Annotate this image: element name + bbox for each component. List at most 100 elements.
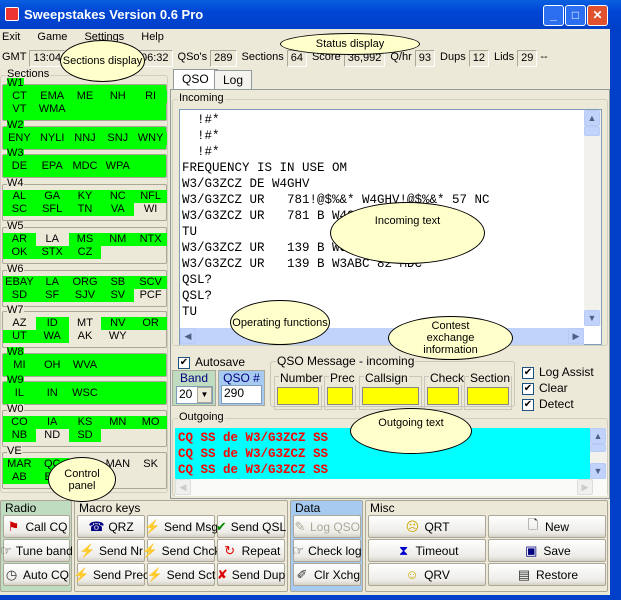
incoming-line: QSL? bbox=[182, 273, 213, 287]
check-field[interactable] bbox=[427, 387, 459, 405]
section-grid: EBAY LA ORG SB SCV SD SF SJV SV PCF bbox=[3, 276, 167, 302]
send-qsl-button[interactable]: ✔ Send QSL bbox=[215, 515, 287, 538]
section-ks: KS bbox=[68, 416, 102, 429]
section-nyli: NYLI bbox=[35, 132, 69, 145]
section-grid: ENY NYLI NNJ SNJ WNY bbox=[3, 132, 167, 145]
section-sjv: SJV bbox=[68, 289, 102, 302]
section-region-w1: W1 CT EMA ME NH RI VT WMA bbox=[2, 78, 167, 121]
send-sct-button[interactable]: ⚡ Send Sct bbox=[147, 563, 215, 586]
save-button[interactable]: ▣ Save bbox=[488, 539, 606, 562]
incoming-line: !#* bbox=[182, 113, 220, 127]
log-assist-checkbox[interactable]: ✔ Log Assist bbox=[522, 364, 594, 380]
autosave-checkbox[interactable]: ✔ Autosave bbox=[178, 355, 245, 370]
clear-checkbox[interactable]: ✔ Clear bbox=[522, 380, 594, 396]
outgoing-hscrollbar[interactable]: ◀ ▶ bbox=[175, 479, 607, 496]
number-field[interactable] bbox=[277, 387, 319, 405]
status-label: Dups bbox=[440, 51, 466, 63]
field-group-number: Number bbox=[274, 371, 324, 410]
section-region-w3: W3 DE EPA MDC WPA bbox=[2, 148, 167, 178]
qso-number-input[interactable]: 290 bbox=[221, 385, 262, 404]
section-region-w6: W6 EBAY LA ORG SB SCV SD SF SJV SV PCF bbox=[2, 264, 167, 307]
log-icon: ✎ bbox=[294, 518, 306, 534]
restore-button[interactable]: ▤ Restore bbox=[488, 563, 606, 586]
check-icon: ✔ bbox=[522, 398, 534, 411]
send-chck-button[interactable]: ⚡ Send Chck bbox=[142, 539, 220, 562]
auto-cq-button[interactable]: ◷ Auto CQ bbox=[3, 563, 70, 586]
scroll-down-icon[interactable]: ▼ bbox=[590, 463, 606, 479]
section-ia: IA bbox=[35, 416, 69, 429]
log-qso-button[interactable]: ✎ Log QSO bbox=[293, 515, 361, 538]
restore-icon: ▤ bbox=[517, 566, 531, 582]
prec-field[interactable] bbox=[327, 387, 353, 405]
minimize-button[interactable]: _ bbox=[543, 5, 564, 26]
section-wa: WA bbox=[35, 330, 69, 343]
section-grid: AZ ID MT NV OR UT WA AK WY bbox=[3, 317, 167, 343]
send-prec-button[interactable]: ⚡ Send Prec bbox=[73, 563, 149, 586]
scroll-right-icon[interactable]: ▶ bbox=[568, 328, 584, 344]
tab-log[interactable]: Log bbox=[214, 70, 253, 89]
button-label: Check log bbox=[308, 543, 362, 558]
button-label: Send QSL bbox=[230, 519, 287, 534]
scroll-right-icon[interactable]: ▶ bbox=[577, 479, 593, 495]
section-in: IN bbox=[35, 387, 69, 400]
repeat-button[interactable]: ↻ Repeat bbox=[217, 539, 285, 562]
chevron-down-icon[interactable]: ▼ bbox=[197, 387, 212, 403]
field-label: Section bbox=[469, 371, 512, 385]
section-mar: MAR bbox=[3, 458, 36, 471]
section-pcf: PCF bbox=[139, 289, 162, 301]
band-select[interactable]: 20 ▼ bbox=[176, 386, 213, 404]
lightning-icon: ⚡ bbox=[72, 566, 90, 582]
section-nh: NH bbox=[101, 90, 135, 103]
qrv-button[interactable]: ☺ QRV bbox=[368, 563, 486, 586]
outgoing-vscrollbar[interactable]: ▲ ▼ bbox=[590, 428, 607, 479]
button-label: Call CQ bbox=[25, 519, 68, 534]
incoming-vscrollbar[interactable]: ▲ ▼ bbox=[584, 110, 601, 326]
section-la: LA bbox=[45, 233, 59, 245]
title-bar: Sweepstakes Version 0.6 Pro bbox=[0, 0, 621, 29]
check-icon: ✔ bbox=[215, 518, 227, 534]
maximize-button[interactable]: □ bbox=[565, 5, 586, 26]
window-title: Sweepstakes Version 0.6 Pro bbox=[24, 7, 204, 22]
scroll-up-icon[interactable]: ▲ bbox=[584, 110, 600, 126]
button-label: New bbox=[544, 519, 569, 534]
scroll-up-icon[interactable]: ▲ bbox=[590, 428, 606, 444]
button-label: Send Sct bbox=[166, 567, 216, 582]
send-nr-button[interactable]: ⚡ Send Nr bbox=[77, 539, 145, 562]
section-region-label: W9 bbox=[7, 374, 24, 386]
send-dup-button[interactable]: ✘ Send Dup bbox=[217, 563, 285, 586]
qrt-button[interactable]: ☹ QRT bbox=[368, 515, 486, 538]
section-ok: OK bbox=[3, 246, 36, 259]
send-msg-button[interactable]: ⚡ Send Msg bbox=[144, 515, 218, 538]
menu-help[interactable]: Help bbox=[141, 31, 164, 43]
check-log-button[interactable]: ☞ Check log bbox=[292, 539, 362, 562]
section-field[interactable] bbox=[467, 387, 509, 405]
incoming-line: !#* bbox=[182, 129, 220, 143]
scroll-left-icon[interactable]: ◀ bbox=[175, 479, 191, 495]
section-wi: WI bbox=[143, 203, 158, 215]
detect-checkbox[interactable]: ✔ Detect bbox=[522, 396, 594, 412]
section-sfl: SFL bbox=[35, 203, 69, 216]
lightning-icon: ⚡ bbox=[78, 542, 96, 558]
scroll-thumb[interactable] bbox=[590, 444, 606, 452]
timeout-button[interactable]: ⧗ Timeout bbox=[368, 539, 486, 562]
tune-band-button[interactable]: ☞ Tune band bbox=[0, 539, 73, 562]
new-button[interactable]: 🗋 New bbox=[488, 515, 606, 538]
call-cq-button[interactable]: ⚑ Call CQ bbox=[3, 515, 70, 538]
tab-qso[interactable]: QSO bbox=[173, 69, 218, 90]
section-tn: TN bbox=[68, 203, 102, 216]
section-ebay: EBAY bbox=[3, 276, 36, 289]
menu-game[interactable]: Game bbox=[37, 31, 67, 43]
scroll-down-icon[interactable]: ▼ bbox=[584, 310, 600, 326]
callsign-field[interactable] bbox=[362, 387, 419, 405]
app-icon bbox=[5, 7, 19, 21]
qrz-button[interactable]: ☎ QRZ bbox=[77, 515, 145, 538]
pointing-hand-icon: ☞ bbox=[0, 542, 12, 558]
status-value: 289 bbox=[210, 50, 237, 67]
scroll-left-icon[interactable]: ◀ bbox=[180, 328, 196, 344]
menu-exit[interactable]: Exit bbox=[2, 31, 20, 43]
section-wva: WVA bbox=[68, 359, 102, 372]
clr-xchg-button[interactable]: ✐ Clr Xchg bbox=[293, 563, 361, 586]
scroll-thumb[interactable] bbox=[584, 126, 600, 136]
section-wpa: WPA bbox=[101, 160, 135, 173]
close-button[interactable]: ✕ bbox=[587, 5, 608, 26]
